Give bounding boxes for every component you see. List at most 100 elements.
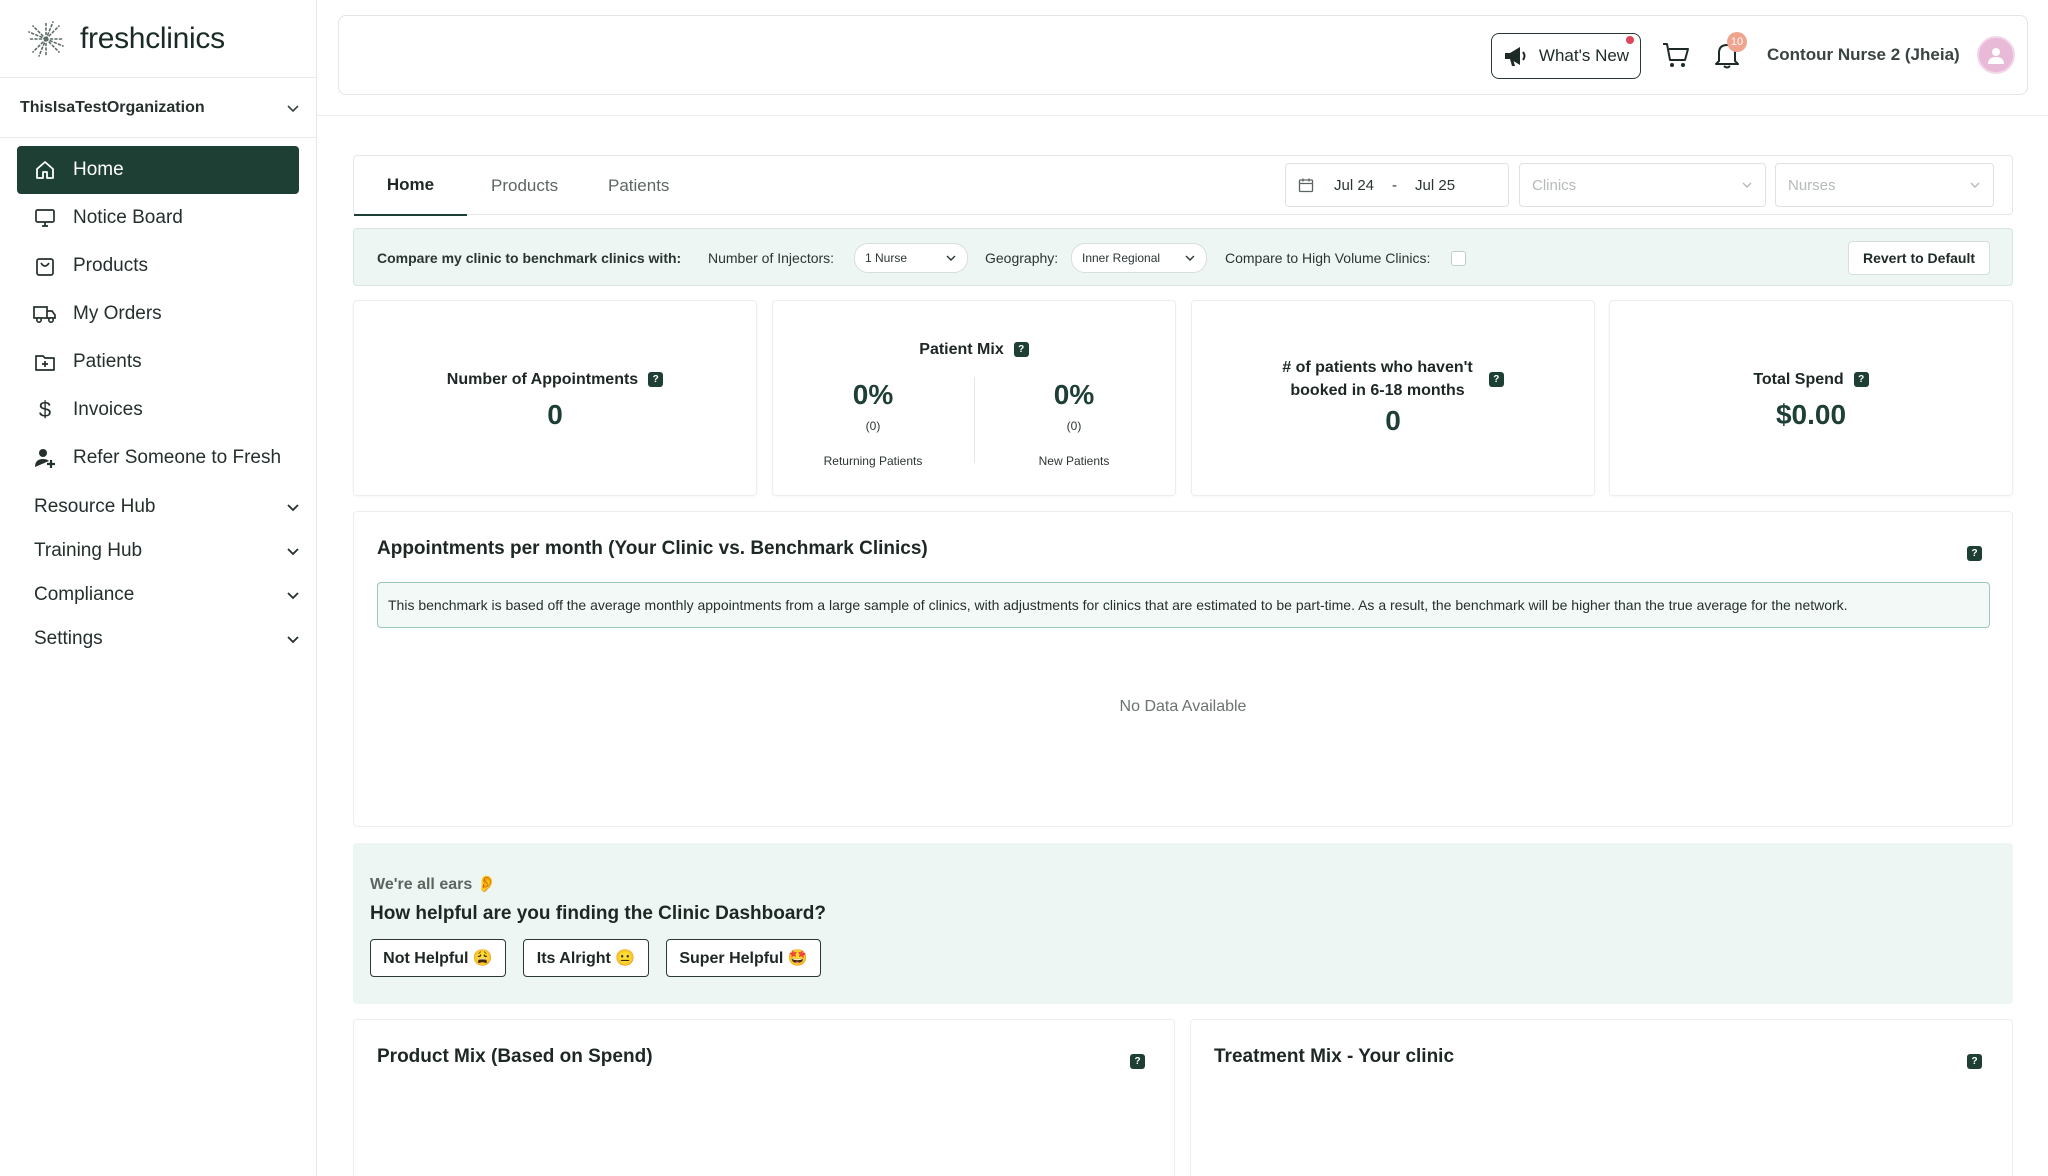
injectors-select[interactable]: 1 Nurse: [854, 243, 968, 273]
sidebar-group-settings[interactable]: Settings: [34, 621, 300, 657]
sidebar-item-notice-board[interactable]: Notice Board: [17, 194, 299, 242]
sidebar-item-home[interactable]: Home: [17, 146, 299, 194]
cart-icon: [1663, 43, 1689, 67]
sidebar-group-compliance[interactable]: Compliance: [34, 577, 300, 613]
nurses-select[interactable]: Nurses: [1775, 163, 1994, 207]
logo-burst-icon: [27, 19, 65, 58]
clinics-select[interactable]: Clinics: [1519, 163, 1766, 207]
brand-name: freshclinics: [80, 21, 225, 55]
geography-select[interactable]: Inner Regional: [1071, 243, 1207, 273]
help-icon[interactable]: ?: [1488, 371, 1504, 387]
date-to: Jul 25: [1415, 176, 1456, 194]
sidebar-item-label: Products: [73, 255, 148, 276]
clinics-placeholder: Clinics: [1532, 176, 1577, 194]
sidebar-item-label: My Orders: [73, 303, 162, 324]
patient-mix-title-row: Patient Mix?: [773, 341, 1175, 359]
new-count: (0): [1066, 419, 1082, 433]
brand-logo[interactable]: freshclinics: [0, 0, 316, 78]
tab-label: Products: [491, 176, 559, 195]
organization-selector[interactable]: ThisIsaTestOrganization: [0, 78, 316, 138]
sidebar-group-label: Settings: [34, 628, 103, 649]
chevron-down-icon: [287, 636, 299, 644]
whats-new-button[interactable]: What's New: [1491, 33, 1641, 79]
not-booked-title-line1: # of patients who haven't: [1282, 359, 1473, 376]
cart-button[interactable]: [1661, 40, 1691, 75]
home-icon: [33, 158, 57, 182]
notification-count-badge: 10: [1727, 32, 1747, 52]
nurses-placeholder: Nurses: [1788, 176, 1836, 194]
appointments-card: Number of Appointments? 0: [353, 300, 757, 496]
appointments-title: Number of Appointments: [446, 371, 639, 388]
whats-new-label: What's New: [1538, 46, 1630, 65]
chevron-down-icon: [1742, 182, 1752, 188]
help-icon[interactable]: ?: [1013, 342, 1029, 358]
high-volume-checkbox[interactable]: [1451, 251, 1466, 266]
feedback-intro: We're all ears 👂: [370, 876, 497, 893]
help-icon[interactable]: ?: [1967, 546, 1982, 561]
avatar[interactable]: [1977, 36, 2015, 74]
high-volume-label: Compare to High Volume Clinics:: [1225, 250, 1431, 266]
tab-label: Patients: [608, 176, 670, 195]
help-icon[interactable]: ?: [1130, 1054, 1145, 1069]
product-mix-card: Product Mix (Based on Spend) ?: [353, 1019, 1175, 1176]
sidebar-item-patients[interactable]: Patients: [17, 338, 299, 386]
sidebar-item-label: Refer Someone to Fresh: [73, 447, 282, 468]
sidebar-item-products[interactable]: Products: [17, 242, 299, 290]
new-label: New Patients: [1038, 454, 1110, 468]
tab-label: Home: [386, 175, 435, 194]
sidebar-item-label: Home: [73, 159, 124, 180]
user-icon: [1988, 48, 2004, 64]
returning-label: Returning Patients: [823, 454, 923, 468]
chevron-down-icon: [287, 104, 299, 112]
tab-products[interactable]: Products: [491, 156, 558, 216]
sidebar-group-label: Resource Hub: [34, 496, 156, 517]
monitor-icon: [33, 206, 57, 230]
megaphone-icon: [1504, 47, 1526, 66]
date-from: Jul 24: [1334, 176, 1375, 194]
new-indicator-dot: [1626, 36, 1634, 44]
patient-mix-title: Patient Mix: [919, 341, 1004, 358]
date-separator: -: [1392, 176, 1398, 194]
returning-patients: 0% (0) Returning Patients: [773, 379, 973, 468]
super-helpful-button[interactable]: Super Helpful 🤩: [666, 939, 821, 977]
chevron-down-icon: [1185, 255, 1195, 261]
sidebar-group-label: Training Hub: [34, 540, 143, 561]
geography-label: Geography:: [985, 250, 1059, 266]
patient-mix-divider: [974, 377, 975, 463]
sidebar-group-training-hub[interactable]: Training Hub: [34, 533, 300, 569]
feedback-panel: We're all ears 👂 How helpful are you fin…: [353, 843, 2013, 1004]
notifications-button[interactable]: 10: [1713, 32, 1747, 75]
tab-home[interactable]: Home: [354, 156, 467, 216]
chevron-down-icon: [946, 255, 956, 261]
help-icon[interactable]: ?: [1853, 372, 1869, 388]
truck-icon: [33, 302, 57, 326]
total-spend-card: Total Spend? $0.00: [1609, 300, 2013, 496]
sidebar-group-resource-hub[interactable]: Resource Hub: [34, 489, 300, 525]
date-range-picker[interactable]: Jul 24 - Jul 25: [1285, 163, 1509, 207]
appointments-chart-title: Appointments per month (Your Clinic vs. …: [377, 538, 928, 559]
sidebar-item-my-orders[interactable]: My Orders: [17, 290, 299, 338]
total-spend-title-row: Total Spend?: [1610, 371, 2012, 389]
user-plus-icon: [33, 446, 57, 470]
benchmark-info-banner: This benchmark is based off the average …: [377, 582, 1990, 628]
chevron-down-icon: [287, 504, 299, 512]
help-icon[interactable]: ?: [648, 372, 664, 388]
sidebar-item-invoices[interactable]: $ Invoices: [17, 386, 299, 434]
revert-to-default-button[interactable]: Revert to Default: [1848, 241, 1990, 275]
user-name[interactable]: Contour Nurse 2 (Jheia): [1767, 45, 1960, 65]
sidebar-item-label: Patients: [73, 351, 142, 372]
returning-pct: 0%: [852, 379, 894, 410]
injectors-label: Number of Injectors:: [708, 250, 835, 266]
total-spend-title: Total Spend: [1753, 371, 1844, 388]
new-pct: 0%: [1053, 379, 1095, 410]
help-icon[interactable]: ?: [1967, 1054, 1982, 1069]
chevron-down-icon: [287, 592, 299, 600]
not-helpful-button[interactable]: Not Helpful 😩: [370, 939, 506, 977]
not-booked-card: # of patients who haven't booked in 6-18…: [1191, 300, 1595, 496]
not-booked-title-row: # of patients who haven't booked in 6-18…: [1192, 356, 1594, 402]
its-alright-button[interactable]: Its Alright 😐: [523, 939, 649, 977]
chevron-down-icon: [1970, 182, 1980, 188]
top-header: What's New 10 Contour Nurse 2 (Jheia): [338, 15, 2028, 95]
sidebar-item-refer[interactable]: Refer Someone to Fresh: [17, 434, 299, 482]
tab-patients[interactable]: Patients: [608, 156, 669, 216]
